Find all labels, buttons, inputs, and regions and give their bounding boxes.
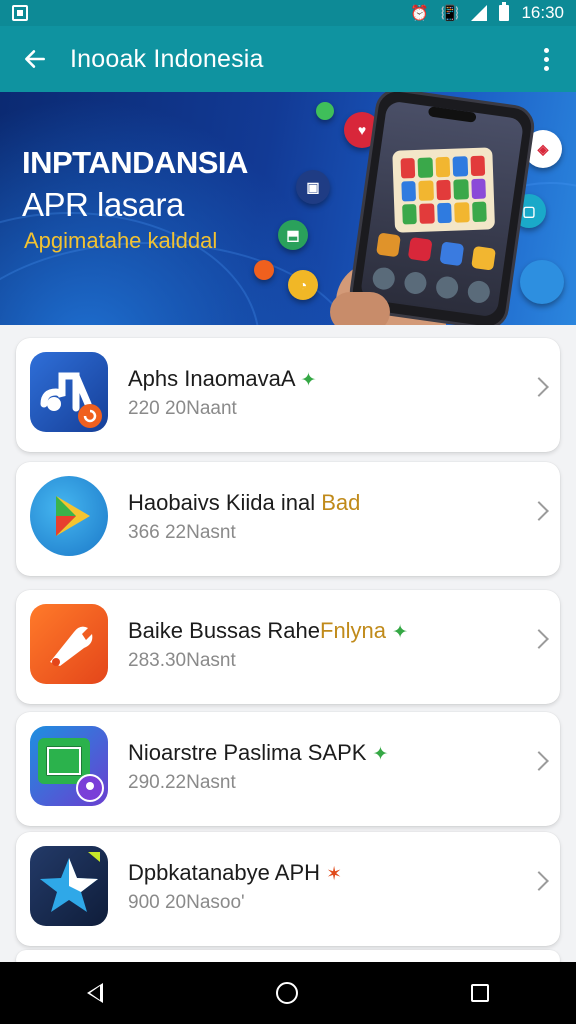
app-bubble-icon xyxy=(254,260,274,280)
banner-subtitle: Apgimatahe kalddal xyxy=(24,228,218,253)
star-green-icon: ✦ xyxy=(300,370,317,391)
arrow-left-icon xyxy=(25,50,45,68)
notification-icon xyxy=(12,5,28,21)
play-store-icon xyxy=(30,476,108,556)
chevron-right-icon xyxy=(529,751,549,771)
app-name: Dpbkatanabye APH ✶ xyxy=(128,860,343,885)
star-green-icon: ✦ xyxy=(392,622,409,643)
app-meta: 220 20Naant xyxy=(128,398,237,419)
list-item[interactable]: Aphs InaomavaA ✦ 220 20Naant xyxy=(16,338,560,452)
app-name: Haobaivs Kiida inal Bad xyxy=(128,490,361,515)
banner-title: INPTANDANSIA APR lasara xyxy=(22,145,248,223)
tools-icon xyxy=(30,604,108,684)
chevron-right-icon xyxy=(529,377,549,397)
status-icons: ⏰ 📳 16:30 xyxy=(410,2,564,23)
promo-banner[interactable]: INPTANDANSIA APR lasara Apgimatahe kaldd… xyxy=(0,92,576,325)
status-bar: ⏰ 📳 16:30 xyxy=(0,0,576,26)
overflow-menu-button[interactable] xyxy=(516,26,576,92)
chevron-right-icon xyxy=(529,871,549,891)
app-bubble-icon xyxy=(520,260,564,304)
system-nav-bar xyxy=(0,962,576,1024)
chevron-right-icon xyxy=(529,501,549,521)
app-name: Aphs InaomavaA ✦ xyxy=(128,366,317,391)
back-button[interactable] xyxy=(0,26,70,92)
phone-illustration xyxy=(347,92,537,325)
app-bubble-icon xyxy=(316,102,334,120)
vibrate-icon: 📳 xyxy=(440,4,460,22)
app-bubble-icon: ▣ xyxy=(296,170,330,204)
star-app-icon xyxy=(30,846,108,926)
music-note-icon xyxy=(30,352,108,432)
star-green-icon: ✦ xyxy=(372,744,389,765)
app-meta: 900 20Nasoo' xyxy=(128,892,245,913)
star-red-icon: ✶ xyxy=(326,864,343,885)
app-name: Nioarstre Paslima SAPK ✦ xyxy=(128,740,389,765)
app-bubble-icon: ◔ xyxy=(288,270,318,300)
app-bar: Inooak Indonesia xyxy=(0,26,576,92)
app-meta: 283.30Nasnt xyxy=(128,650,236,671)
list-item[interactable]: Nioarstre Paslima SAPK ✦ 290.22Nasnt xyxy=(16,712,560,826)
list-item[interactable]: Haobaivs Kiida inal Bad 366 22Nasnt xyxy=(16,462,560,576)
status-time: 16:30 xyxy=(521,3,564,22)
battery-icon xyxy=(499,2,510,21)
app-meta: 366 22Nasnt xyxy=(128,522,236,543)
more-vertical-icon xyxy=(543,47,549,53)
nav-recent-icon[interactable] xyxy=(471,984,490,1002)
chevron-right-icon xyxy=(529,629,549,649)
app-meta: 290.22Nasnt xyxy=(128,772,236,793)
page-title: Inooak Indonesia xyxy=(70,44,264,73)
nav-back-icon[interactable] xyxy=(86,983,103,1003)
list-item[interactable]: Dpbkatanabye APH ✶ 900 20Nasoo' xyxy=(16,832,560,946)
screen-icon xyxy=(30,726,108,806)
signal-icon xyxy=(471,5,488,21)
app-name: Baike Bussas RaheFnlyna ✦ xyxy=(128,618,409,643)
nav-home-icon[interactable] xyxy=(275,982,298,1004)
list-item[interactable]: Baike Bussas RaheFnlyna ✦ 283.30Nasnt xyxy=(16,590,560,704)
app-bubble-icon: ⬒ xyxy=(278,220,308,250)
alarm-icon: ⏰ xyxy=(410,4,429,22)
